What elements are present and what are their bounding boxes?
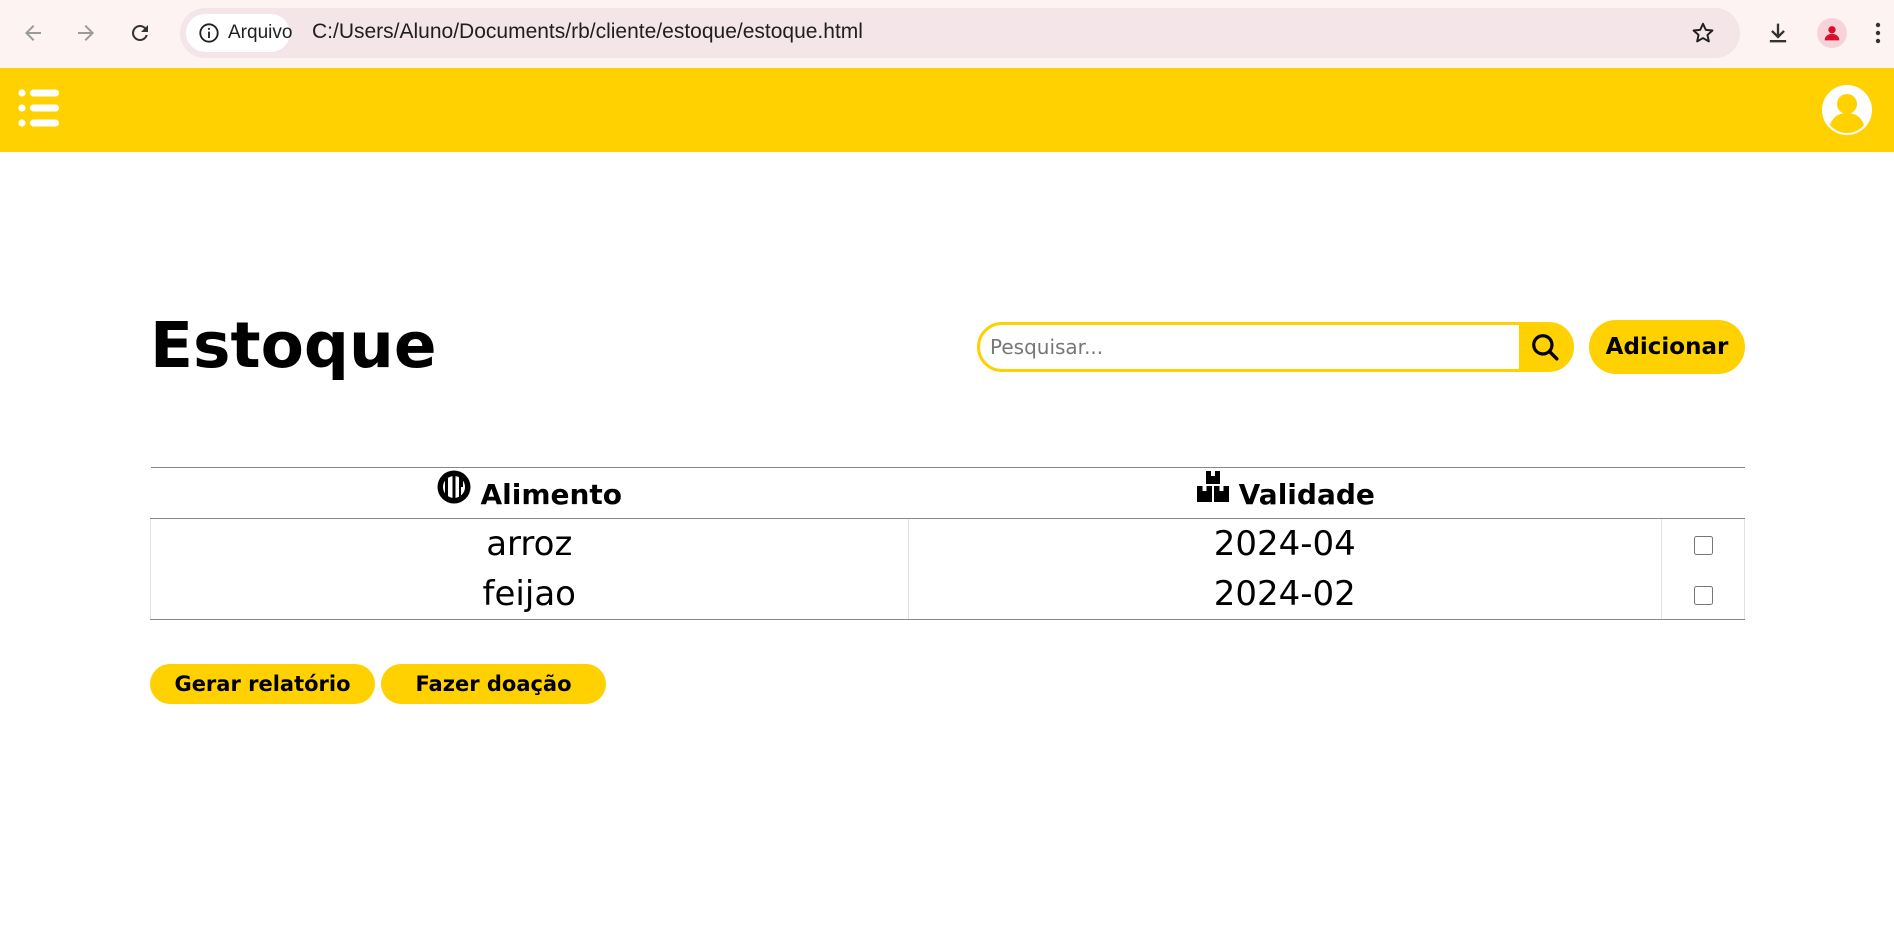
site-info-chip[interactable]: Arquivo xyxy=(186,14,293,52)
search-icon xyxy=(1532,334,1559,361)
cell-validade: 2024-02 xyxy=(907,569,1663,620)
header-alimento-label: Alimento xyxy=(480,478,623,511)
search-button[interactable] xyxy=(1519,325,1571,369)
forward-button[interactable] xyxy=(67,14,105,52)
boxes-icon xyxy=(1196,471,1229,502)
reload-button[interactable] xyxy=(121,14,159,52)
row-checkbox[interactable] xyxy=(1693,536,1713,555)
search-input[interactable] xyxy=(990,325,1490,369)
bookmark-button[interactable] xyxy=(1686,16,1720,50)
browser-toolbar: Arquivo C:/Users/Aluno/Documents/rb/clie… xyxy=(0,0,1894,68)
table-header-row: Alimento Validade xyxy=(150,467,1745,519)
cell-alimento: arroz xyxy=(150,518,909,569)
utensils-icon xyxy=(437,470,471,504)
more-vert-icon xyxy=(1875,22,1881,44)
page-title: Estoque xyxy=(150,309,437,382)
address-bar[interactable]: Arquivo C:/Users/Aluno/Documents/rb/clie… xyxy=(180,8,1740,58)
back-arrow-icon xyxy=(25,25,41,41)
add-button[interactable]: Adicionar xyxy=(1589,320,1745,374)
table-row: arroz 2024-04 xyxy=(150,518,1745,569)
row-checkbox[interactable] xyxy=(1693,586,1713,605)
cell-select xyxy=(1661,518,1745,569)
site-header xyxy=(0,68,1894,152)
reload-icon xyxy=(132,24,148,41)
header-validade-label: Validade xyxy=(1238,478,1375,511)
star-icon xyxy=(1692,22,1714,43)
stock-table: Alimento Validade arroz 2024-04 feijao 2… xyxy=(150,467,1745,620)
profile-button[interactable] xyxy=(1813,14,1851,52)
table-row: feijao 2024-02 xyxy=(150,569,1745,620)
search-bar xyxy=(977,322,1574,372)
menu-list-icon[interactable] xyxy=(18,86,60,130)
forward-arrow-icon xyxy=(78,25,94,41)
header-validade: Validade xyxy=(908,467,1662,519)
download-icon xyxy=(1769,23,1787,43)
generate-report-button[interactable]: Gerar relatório xyxy=(150,664,375,704)
cell-validade: 2024-04 xyxy=(907,518,1663,569)
browser-menu-button[interactable] xyxy=(1868,14,1888,52)
site-chip-label: Arquivo xyxy=(228,22,293,43)
cell-select xyxy=(1661,569,1745,620)
profile-icon xyxy=(1817,18,1847,48)
info-icon xyxy=(198,22,220,44)
header-select xyxy=(1661,467,1745,519)
user-avatar-icon[interactable] xyxy=(1822,85,1872,135)
url-text[interactable]: C:/Users/Aluno/Documents/rb/cliente/esto… xyxy=(312,20,863,44)
cell-alimento: feijao xyxy=(150,569,909,620)
back-button[interactable] xyxy=(14,14,52,52)
downloads-button[interactable] xyxy=(1759,14,1797,52)
make-donation-button[interactable]: Fazer doação xyxy=(381,664,606,704)
header-alimento: Alimento xyxy=(150,467,909,519)
